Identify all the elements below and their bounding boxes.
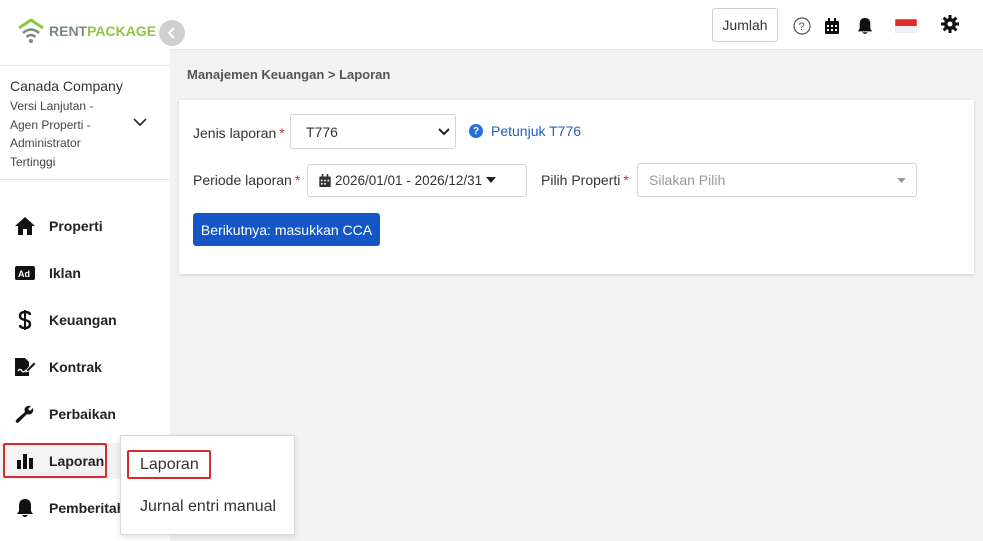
sidebar-item-iklan[interactable]: Ad Iklan [0,255,170,291]
help-icon[interactable]: ? [792,16,812,36]
jumlah-button[interactable]: Jumlah [712,8,778,42]
contract-icon [14,356,36,378]
breadcrumb: Manajemen Keuangan > Laporan [187,67,391,82]
sidebar-item-label: Keuangan [49,312,117,328]
period-value: 2026/01/01 - 2026/12/31 [335,173,483,188]
active-item-highlight [3,443,107,478]
topbar: Jumlah ? [170,0,983,50]
collapse-sidebar-button[interactable] [159,20,185,46]
property-select[interactable]: Silakan Pilih [637,163,917,197]
sidebar-item-label: Iklan [49,265,81,281]
report-type-label: Jenis laporan * [193,125,285,141]
chevron-down-icon[interactable] [133,117,147,127]
report-type-select[interactable]: T776 [290,114,456,149]
notification-bell-icon[interactable] [855,16,875,36]
property-label: Pilih Properti * [541,172,629,188]
next-enter-cca-button[interactable]: Berikutnya: masukkan CCA [193,213,380,246]
ad-icon: Ad [14,262,36,284]
svg-text:?: ? [799,21,805,33]
question-circle-icon: ? [469,124,483,138]
sidebar-item-kontrak[interactable]: Kontrak [0,349,170,385]
report-type-value: T776 [306,123,338,140]
sidebar-item-keuangan[interactable]: Keuangan [0,302,170,338]
laporan-submenu: Laporan Jurnal entri manual [120,435,295,535]
help-link-label: Petunjuk T776 [491,123,582,139]
submenu-item-jurnal-entri-manual[interactable]: Jurnal entri manual [140,498,276,516]
company-name: Canada Company [10,78,123,94]
gear-icon[interactable] [940,14,960,34]
sidebar-item-label: Properti [49,218,103,234]
submenu-item-laporan[interactable]: Laporan [140,456,199,474]
brand-name: RENTPACKAGE [49,23,157,39]
chevron-left-icon [167,27,175,39]
home-icon [14,215,36,237]
dollar-icon [14,309,36,331]
report-form-card: Jenis laporan * T776 ? Petunjuk T776 Peri… [179,100,974,274]
sidebar-divider [0,65,170,66]
property-placeholder: Silakan Pilih [649,172,726,188]
sidebar-item-label: Pemberitah [49,500,126,516]
wrench-icon [14,403,36,425]
logo[interactable]: RENTPACKAGE [17,18,156,44]
caret-down-icon [486,177,497,183]
sidebar-item-label: Kontrak [49,359,102,375]
sidebar-item-properti[interactable]: Properti [0,208,170,244]
help-link[interactable]: ? Petunjuk T776 [469,123,581,139]
sidebar-item-label: Perbaikan [49,406,116,422]
period-date-picker[interactable]: 2026/01/01 - 2026/12/31 [307,164,527,197]
calendar-icon[interactable] [822,16,842,36]
bell-icon [14,497,36,519]
chevron-down-icon [438,128,450,136]
company-subtitle: Versi Lanjutan - Agen Properti - Adminis… [10,99,94,169]
caret-down-icon [897,178,906,184]
sidebar-divider [0,179,170,180]
calendar-icon [319,174,331,187]
svg-text:Ad: Ad [18,269,30,279]
wifi-home-logo-icon [18,18,44,43]
sidebar-item-perbaikan[interactable]: Perbaikan [0,396,170,432]
flag-icon[interactable] [895,16,917,36]
period-label: Periode laporan * [193,172,301,188]
